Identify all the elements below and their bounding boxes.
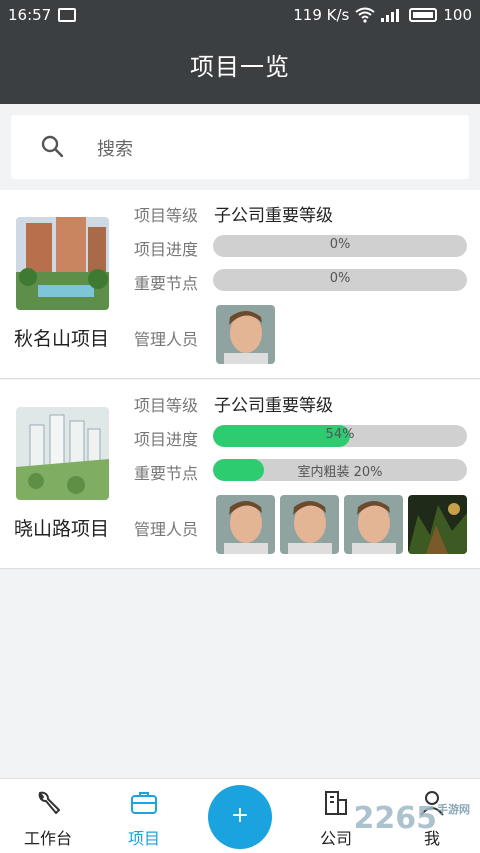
project-card[interactable]: 晓山路项目 项目等级 子公司重要等级 项目进度 54% 重要节点 室内粗装 20…: [0, 380, 480, 569]
level-label: 项目等级: [134, 396, 199, 415]
status-bar: 16:57 119 K/s 100: [0, 0, 480, 30]
building-icon: [325, 791, 347, 815]
progress-label: 项目进度: [134, 240, 199, 259]
project-thumbnail: [16, 407, 109, 500]
manager-avatar[interactable]: [216, 305, 275, 364]
progress-label: 项目进度: [134, 430, 199, 449]
status-time: 16:57: [8, 6, 52, 24]
project-card[interactable]: 秋名山项目 项目等级 子公司重要等级 项目进度 0% 重要节点 0% 管理人员: [0, 190, 480, 379]
level-value: 子公司重要等级: [214, 206, 333, 226]
tab-label: 工作台: [23, 829, 72, 848]
progress-bar: 0%: [213, 235, 467, 257]
battery-icon: [409, 8, 438, 22]
tab-projects[interactable]: 项目: [96, 789, 192, 849]
title-bar: 项目一览: [0, 30, 480, 104]
level-label: 项目等级: [134, 206, 199, 225]
project-name: 秋名山项目: [14, 328, 110, 350]
search-input[interactable]: 搜索: [11, 115, 469, 179]
milestone-label: 重要节点: [134, 464, 199, 483]
briefcase-icon: [131, 792, 157, 814]
project-name: 晓山路项目: [14, 518, 110, 540]
level-value: 子公司重要等级: [214, 396, 333, 416]
watermark: 2265手游网: [354, 801, 471, 836]
wrench-icon: [38, 791, 60, 814]
milestone-text: 室内粗装 20%: [297, 465, 383, 480]
milestone-label: 重要节点: [134, 274, 199, 293]
signal-icon: [381, 9, 400, 22]
wifi-icon: [355, 7, 375, 23]
managers-list: [216, 495, 467, 554]
watermark-main: 2265: [353, 801, 438, 836]
search-icon: [41, 135, 63, 157]
progress-bar: 54%: [213, 425, 467, 447]
status-right: 119 K/s 100: [293, 6, 472, 24]
battery-level: 100: [443, 6, 472, 24]
manager-avatar[interactable]: [344, 495, 403, 554]
milestone-bar: 室内粗装 20%: [213, 459, 467, 481]
milestone-bar: 0%: [213, 269, 467, 291]
managers-list: [216, 305, 275, 364]
watermark-sub: 手游网: [437, 803, 470, 816]
milestone-text: 0%: [329, 271, 351, 286]
progress-text: 0%: [329, 237, 351, 252]
search-section: 搜索: [0, 104, 480, 188]
project-thumbnail: [16, 217, 109, 310]
managers-label: 管理人员: [134, 520, 199, 539]
network-speed: 119 K/s: [293, 6, 350, 24]
image-notification-icon: [58, 8, 76, 22]
manager-avatar[interactable]: [280, 495, 339, 554]
manager-avatar[interactable]: [408, 495, 467, 554]
add-button[interactable]: +: [208, 785, 272, 849]
progress-text: 54%: [325, 427, 355, 442]
tab-label: 项目: [127, 829, 160, 848]
manager-avatar[interactable]: [216, 495, 275, 554]
managers-label: 管理人员: [134, 330, 199, 349]
page-title: 项目一览: [190, 53, 290, 81]
search-placeholder: 搜索: [97, 139, 133, 160]
tab-workbench[interactable]: 工作台: [0, 789, 96, 849]
